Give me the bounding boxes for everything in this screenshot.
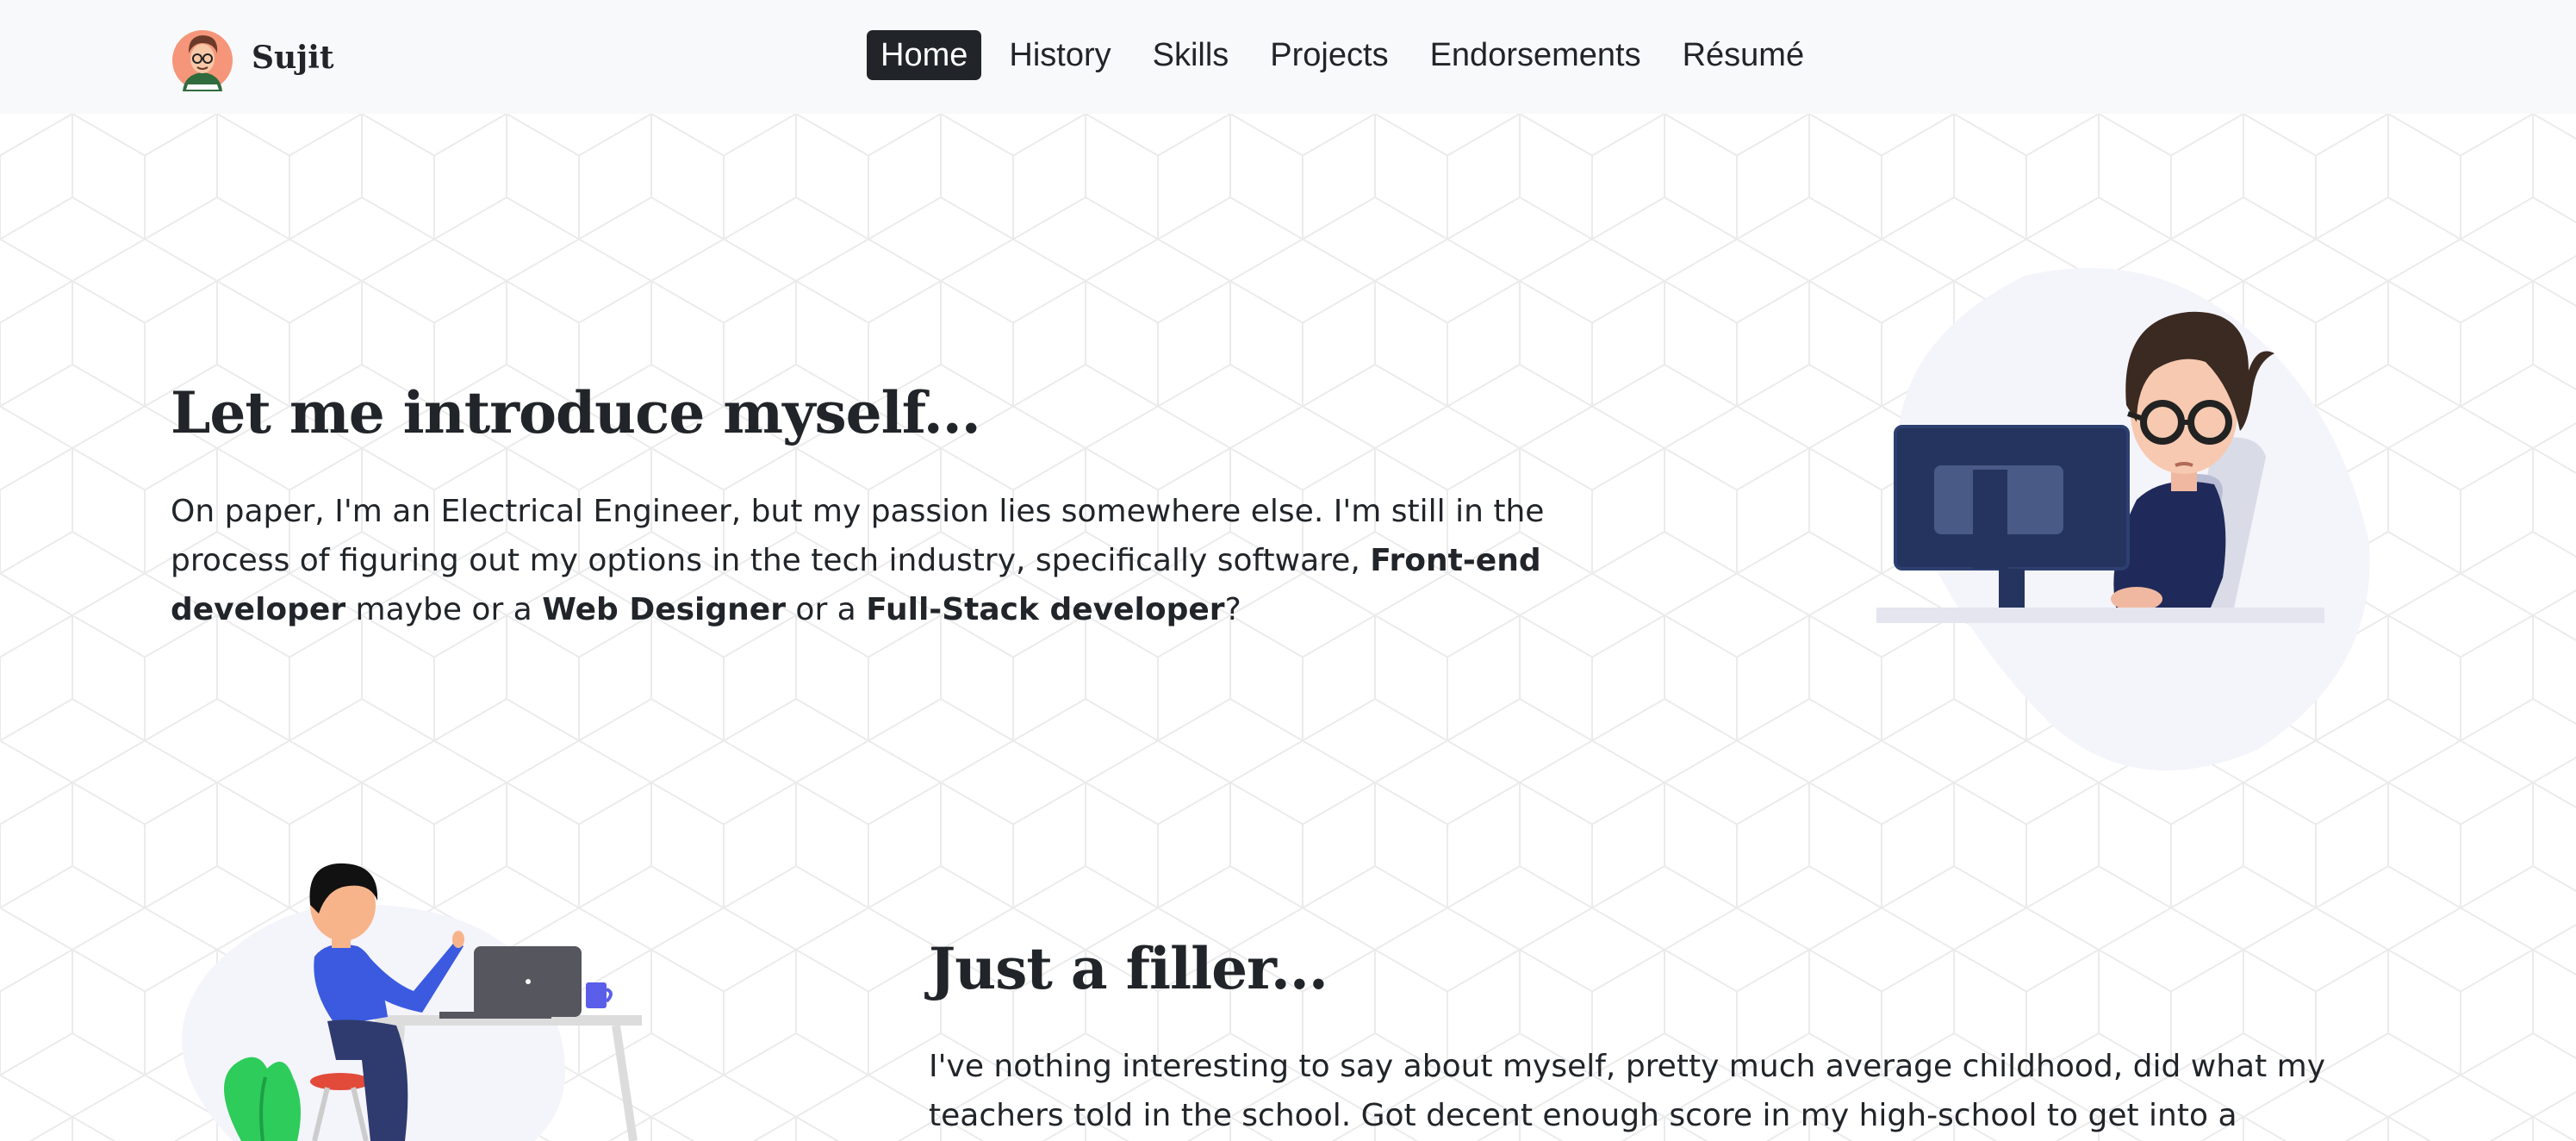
nav-resume[interactable]: Résumé bbox=[1669, 30, 1819, 80]
filler-paragraph: I've nothing interesting to say about my… bbox=[929, 1049, 2326, 1133]
intro-paragraph: On paper, I'm an Electrical Engineer, bu… bbox=[171, 487, 1635, 634]
navbar: Sujit Home History Skills Projects Endor… bbox=[0, 0, 2576, 114]
nav-projects[interactable]: Projects bbox=[1256, 30, 1402, 80]
nav-skills[interactable]: Skills bbox=[1139, 30, 1243, 80]
nav-home[interactable]: Home bbox=[867, 30, 982, 80]
developer-at-computer-illustration bbox=[1876, 268, 2370, 770]
intro-heading: Let me introduce myself... bbox=[171, 379, 981, 446]
brand-link[interactable]: Sujit bbox=[171, 24, 334, 91]
intro-text-2: maybe or a bbox=[345, 592, 543, 627]
intro-text-4: ? bbox=[1224, 592, 1241, 627]
main-nav: Home History Skills Projects Endorsement… bbox=[867, 30, 1832, 80]
filler-heading: Just a filler... bbox=[929, 935, 1328, 1002]
brand-name: Sujit bbox=[252, 40, 334, 76]
nav-endorsements[interactable]: Endorsements bbox=[1416, 30, 1655, 80]
person-at-laptop-illustration bbox=[182, 863, 642, 1141]
nav-history[interactable]: History bbox=[995, 30, 1124, 80]
intro-text-1: On paper, I'm an Electrical Engineer, bu… bbox=[171, 494, 1545, 578]
avatar-icon bbox=[172, 30, 233, 91]
intro-bold-fullstack: Full-Stack developer bbox=[866, 592, 1225, 627]
intro-text-3: or a bbox=[785, 592, 867, 627]
intro-bold-webdesigner: Web Designer bbox=[542, 592, 786, 627]
